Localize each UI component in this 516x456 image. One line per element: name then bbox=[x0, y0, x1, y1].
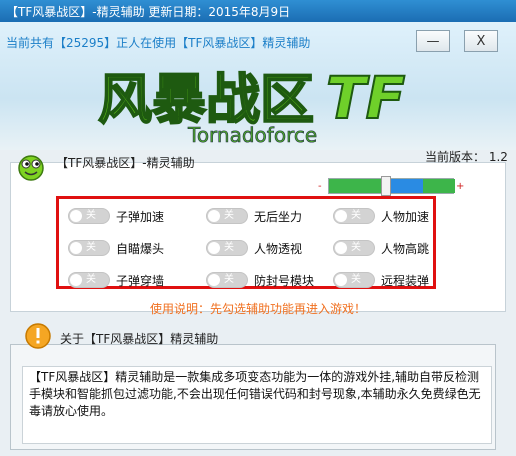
feature-label: 防封号模块 bbox=[254, 273, 315, 288]
usage-instructions: 使用说明：先勾选辅助功能再进入游戏！ bbox=[150, 302, 367, 316]
feature-bullet-penetration[interactable]: 关 子弹穿墙 bbox=[68, 271, 164, 289]
section-title: 【TF风暴战区】-精灵辅助 bbox=[56, 156, 195, 170]
warning-icon bbox=[25, 323, 51, 349]
header-banner: 当前共有【25295】正人在使用【TF风暴战区】精灵辅助 — X 风暴战区 TF… bbox=[0, 22, 516, 150]
feature-high-jump[interactable]: 关 人物高跳 bbox=[333, 239, 429, 257]
about-description: 【TF风暴战区】精灵辅助是一款集成多项变态功能为一体的游戏外挂,辅助自带反检测手… bbox=[22, 366, 492, 444]
title-bar[interactable]: 【TF风暴战区】-精灵辅助 更新日期：2015年8月9日 bbox=[0, 0, 516, 22]
feature-bullet-speed[interactable]: 关 子弹加速 bbox=[68, 207, 164, 225]
toggle-switch[interactable]: 关 bbox=[333, 272, 375, 288]
feature-label: 远程装弹 bbox=[381, 273, 430, 288]
online-users-text: 当前共有【25295】正人在使用【TF风暴战区】精灵辅助 bbox=[6, 36, 311, 50]
feature-remote-reload[interactable]: 关 远程装弹 bbox=[333, 271, 429, 289]
version-label: 当前版本： 1.2 bbox=[425, 150, 508, 164]
feature-no-recoil[interactable]: 关 无后坐力 bbox=[206, 207, 302, 225]
feature-label: 人物透视 bbox=[254, 241, 303, 256]
logo-mark: TF bbox=[326, 64, 405, 132]
feature-label: 自瞄爆头 bbox=[116, 241, 165, 256]
feature-auto-aim[interactable]: 关 自瞄爆头 bbox=[68, 239, 164, 257]
logo-text: 风暴战区 bbox=[98, 68, 314, 131]
feature-label: 子弹加速 bbox=[116, 209, 165, 224]
toggle-switch[interactable]: 关 bbox=[68, 208, 110, 224]
toggle-switch[interactable]: 关 bbox=[206, 208, 248, 224]
toggle-switch[interactable]: 关 bbox=[206, 272, 248, 288]
toggle-switch[interactable]: 关 bbox=[68, 272, 110, 288]
feature-label: 子弹穿墙 bbox=[116, 273, 165, 288]
toggle-switch[interactable]: 关 bbox=[68, 240, 110, 256]
opacity-increase[interactable]: + bbox=[456, 181, 464, 192]
feature-character-speed[interactable]: 关 人物加速 bbox=[333, 207, 429, 225]
feature-wallhack[interactable]: 关 人物透视 bbox=[206, 239, 302, 257]
opacity-slider[interactable] bbox=[328, 176, 455, 196]
opacity-decrease[interactable]: - bbox=[318, 181, 322, 192]
feature-anti-ban[interactable]: 关 防封号模块 bbox=[206, 271, 314, 289]
feature-label: 无后坐力 bbox=[254, 209, 303, 224]
tornadoforce-logo: 风暴战区 TF Tornadoforce bbox=[97, 63, 406, 146]
logo-subtitle: Tornadoforce bbox=[187, 123, 317, 146]
window-title: 【TF风暴战区】-精灵辅助 更新日期：2015年8月9日 bbox=[6, 5, 291, 19]
toggle-switch[interactable]: 关 bbox=[333, 240, 375, 256]
toggle-switch[interactable]: 关 bbox=[206, 240, 248, 256]
slider-thumb[interactable] bbox=[381, 176, 391, 196]
minimize-button[interactable]: — bbox=[416, 30, 450, 52]
smiley-icon bbox=[18, 155, 44, 181]
feature-label: 人物高跳 bbox=[381, 241, 430, 256]
close-button[interactable]: X bbox=[464, 30, 498, 52]
toggle-switch[interactable]: 关 bbox=[333, 208, 375, 224]
about-title: 关于【TF风暴战区】精灵辅助 bbox=[60, 332, 219, 346]
feature-label: 人物加速 bbox=[381, 209, 430, 224]
